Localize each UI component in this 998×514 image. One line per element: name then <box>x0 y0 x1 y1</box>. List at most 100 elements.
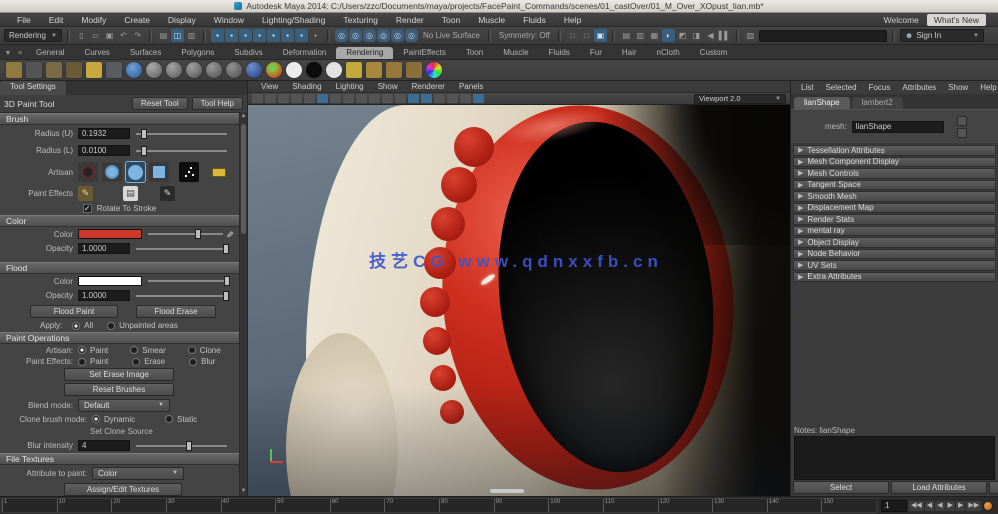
viewport-menu-item[interactable]: Panels <box>452 82 490 91</box>
get-brush-icon[interactable]: ✎ <box>78 186 93 201</box>
material-sphere-3-icon[interactable] <box>186 62 202 78</box>
playback-button[interactable]: ▶▶ <box>966 501 981 511</box>
lights-icon[interactable] <box>434 94 445 103</box>
paintfx-op-radio[interactable]: Blur <box>189 357 215 366</box>
shelf-options-icon[interactable]: ≡ <box>14 47 26 59</box>
texture-globe-icon[interactable] <box>126 62 142 78</box>
paint-tube-icon[interactable] <box>386 62 402 78</box>
attribute-editor-tab[interactable]: lambert2 <box>852 97 903 109</box>
time-tick[interactable]: 120 <box>658 499 713 512</box>
time-tick[interactable]: 130 <box>712 499 767 512</box>
shelf-tab[interactable]: Muscle <box>493 47 538 59</box>
mask-handles-icon[interactable]: ▪ <box>211 29 224 42</box>
ocean-shader-icon[interactable] <box>246 62 262 78</box>
snap-view-plane-icon[interactable]: ◎ <box>391 29 404 42</box>
eyedropper-icon[interactable]: ✎ <box>224 230 235 238</box>
notes-textarea[interactable] <box>794 436 995 480</box>
attribute-section-bar[interactable]: ▶ Extra Attributes <box>793 272 996 283</box>
isolate-select-icon[interactable] <box>473 94 484 103</box>
white-material-icon[interactable] <box>286 62 302 78</box>
attribute-editor-button[interactable]: Copy Tab <box>989 481 998 494</box>
bookmark-icon[interactable] <box>291 94 302 103</box>
scrollbar-thumb[interactable] <box>241 124 246 234</box>
attribute-editor-menu-item[interactable]: Show <box>942 83 974 92</box>
launch-app-icon[interactable]: ◀ <box>704 29 717 42</box>
xray-icon[interactable] <box>460 94 471 103</box>
make-live-icon[interactable]: ◎ <box>405 29 418 42</box>
blur-intensity-field[interactable]: 4 <box>78 440 130 451</box>
mask-deformations-icon[interactable]: ▪ <box>267 29 280 42</box>
grid-icon[interactable] <box>317 94 328 103</box>
time-tick[interactable]: 10 <box>57 499 112 512</box>
construction-history-icon[interactable]: ▤ <box>620 29 633 42</box>
tool-settings-tab[interactable]: Tool Settings <box>0 81 66 95</box>
attribute-editor-tab[interactable]: lianShape <box>794 97 850 109</box>
menu-item[interactable]: File <box>8 15 40 25</box>
playback-button[interactable]: ▶ <box>956 501 965 511</box>
time-tick[interactable]: 150 <box>821 499 876 512</box>
mask-joints-icon[interactable]: ▪ <box>225 29 238 42</box>
menu-item[interactable]: Toon <box>433 15 469 25</box>
playback-button[interactable]: ▶ <box>946 501 955 511</box>
color-section-header[interactable]: Color <box>0 215 239 227</box>
color-opacity-field[interactable]: 1.0000 <box>78 243 130 254</box>
shaded-icon[interactable] <box>408 94 419 103</box>
attribute-editor-menu-item[interactable]: Attributes <box>896 83 942 92</box>
flood-color-swatch[interactable] <box>78 276 142 286</box>
flood-opacity-field[interactable]: 1.0000 <box>78 290 130 301</box>
paintfx-op-radio[interactable]: Erase <box>132 357 165 366</box>
scroll-down-icon[interactable]: ▼ <box>240 487 247 496</box>
time-tick[interactable]: 60 <box>330 499 385 512</box>
attribute-editor-menu-item[interactable]: Selected <box>819 83 862 92</box>
env-ball-icon[interactable] <box>266 62 282 78</box>
time-tick[interactable]: 80 <box>439 499 494 512</box>
render-current-frame-icon[interactable]: ▦ <box>648 29 661 42</box>
time-tick[interactable]: 110 <box>603 499 658 512</box>
radius-l-slider[interactable] <box>136 150 227 152</box>
hypershade-shelf-icon[interactable] <box>86 62 102 78</box>
film-gate-icon[interactable] <box>330 94 341 103</box>
mask-surfaces-icon[interactable]: ▪ <box>253 29 266 42</box>
attribute-editor-menu-item[interactable]: Focus <box>863 83 897 92</box>
brush-section-header[interactable]: Brush <box>0 113 239 125</box>
select-hierarchy-icon[interactable]: ▤ <box>157 29 170 42</box>
shading-group-icon[interactable] <box>106 62 122 78</box>
render-settings-icon[interactable]: ◩ <box>676 29 689 42</box>
flood-color-slider[interactable] <box>148 280 227 282</box>
menu-item[interactable]: Edit <box>40 15 73 25</box>
current-frame-field[interactable]: 1 <box>881 500 907 512</box>
shelf-menu-icon[interactable]: ▼ <box>2 47 14 59</box>
template-brush-icon[interactable]: ▤ <box>123 186 138 201</box>
flood-erase-button[interactable]: Flood Erase <box>136 305 216 318</box>
clone-mode-radio[interactable]: Dynamic <box>92 415 135 424</box>
render-settings-shelf-icon[interactable] <box>346 62 362 78</box>
mask-curves-icon[interactable]: ▪ <box>239 29 252 42</box>
file-textures-section-header[interactable]: File Textures <box>0 453 239 465</box>
viewport-canvas[interactable]: 技艺CG www.qdnxxfb.cn <box>248 105 790 496</box>
menu-item[interactable]: Muscle <box>469 15 514 25</box>
redo-icon[interactable]: ↷ <box>131 29 144 42</box>
select-component-icon[interactable]: ▥ <box>185 29 198 42</box>
menu-item[interactable]: Window <box>205 15 253 25</box>
attribute-section-bar[interactable]: ▶ Mesh Component Display <box>793 157 996 168</box>
assign-edit-textures-button[interactable]: Assign/Edit Textures <box>64 483 182 496</box>
time-tick[interactable]: 40 <box>221 499 276 512</box>
paint-can-icon[interactable] <box>406 62 422 78</box>
color-slider[interactable] <box>148 233 223 235</box>
sign-in-dropdown[interactable]: ☻Sign In ▼ <box>900 29 984 42</box>
flood-opacity-slider[interactable] <box>136 295 227 297</box>
radius-u-slider[interactable] <box>136 133 227 135</box>
attribute-section-bar[interactable]: ▶ Displacement Map <box>793 203 996 214</box>
viewport-menu-item[interactable]: Shading <box>285 82 328 91</box>
reset-tool-button[interactable]: Reset Tool <box>132 97 188 110</box>
blur-intensity-slider[interactable] <box>136 445 227 447</box>
quick-selection-input[interactable] <box>759 30 887 42</box>
knife-tool-icon[interactable] <box>46 62 62 78</box>
shelf-tab[interactable]: Fur <box>580 47 612 59</box>
menu-set-dropdown[interactable]: Rendering▼ <box>4 29 62 42</box>
menu-item[interactable]: Display <box>159 15 205 25</box>
radius-l-field[interactable]: 0.0100 <box>78 145 130 156</box>
selection-field-icon[interactable]: ▧ <box>744 29 757 42</box>
viewport-menu-item[interactable]: Show <box>371 82 405 91</box>
playback-button[interactable]: ◀ <box>935 501 944 511</box>
